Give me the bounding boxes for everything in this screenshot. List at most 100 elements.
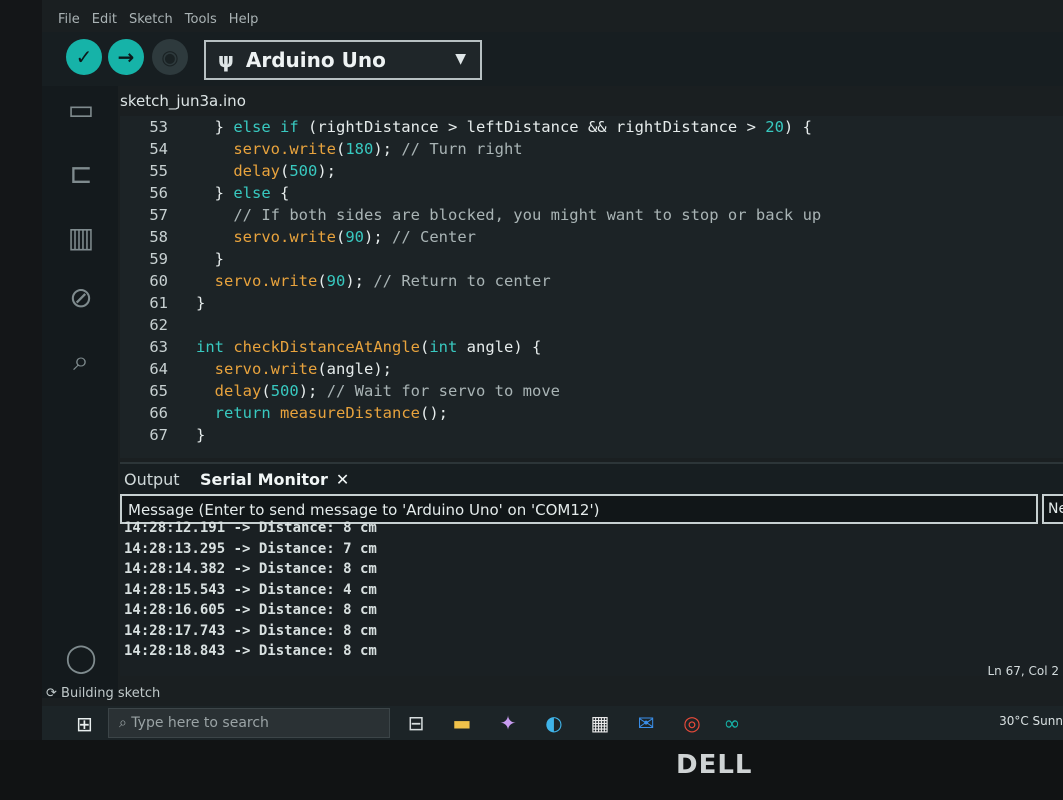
arduino-icon[interactable]: ∞: [718, 709, 746, 737]
windows-start-icon[interactable]: ⊞: [76, 712, 98, 736]
debug-off-icon[interactable]: ⊘: [62, 278, 100, 316]
outlook-icon[interactable]: ✉: [632, 709, 660, 737]
code-text: delay(500); // Wait for servo to move: [214, 382, 560, 400]
board-selector[interactable]: ψ Arduino Uno ▼: [204, 40, 482, 80]
serial-line: 14:28:12.191 -> Distance: 8 cm: [124, 520, 377, 536]
account-icon[interactable]: ◯: [62, 638, 100, 676]
chrome-icon[interactable]: ◎: [678, 709, 706, 737]
line-number: 61: [149, 294, 168, 312]
tab-serial-monitor[interactable]: Serial Monitor ✕: [200, 470, 349, 489]
serial-line: 14:28:16.605 -> Distance: 8 cm: [124, 602, 377, 618]
usb-icon: ψ: [218, 48, 234, 72]
code-line: 65 delay(500); // Wait for servo to move: [120, 382, 1063, 404]
line-number: 60: [149, 272, 168, 290]
library-icon[interactable]: ▥: [62, 218, 100, 256]
line-number: 62: [149, 316, 168, 334]
line-number: 53: [149, 118, 168, 136]
code-line: 57 // If both sides are blocked, you mig…: [120, 206, 1063, 228]
dell-logo: DELL: [676, 750, 753, 780]
serial-line: 14:28:14.382 -> Distance: 8 cm: [124, 561, 377, 577]
toolbar: ✓ → ◉ ψ Arduino Uno ▼: [42, 32, 1063, 86]
code-line: 60 servo.write(90); // Return to center: [120, 272, 1063, 294]
task-view-icon[interactable]: ⊟: [402, 709, 430, 737]
serial-output: 14:28:12.191 -> Distance: 8 cm 14:28:13.2…: [120, 520, 1063, 676]
code-line: 66 return measureDistance();: [120, 404, 1063, 426]
edge-icon[interactable]: ◐: [540, 709, 568, 737]
code-text: servo.write(angle);: [214, 360, 392, 378]
code-text: servo.write(90); // Center: [233, 228, 476, 246]
tab-output[interactable]: Output: [124, 470, 180, 489]
board-manager-icon[interactable]: ⊏: [62, 154, 100, 192]
code-text: } else if (rightDistance > leftDistance …: [196, 118, 812, 136]
build-status-label: Building sketch: [61, 686, 161, 701]
code-text: }: [196, 294, 206, 312]
line-number: 54: [149, 140, 168, 158]
taskbar: ⊞ ⌕ Type here to search ⊟ ▬ ✦ ◐ ▦ ✉ ◎ ∞ …: [42, 706, 1063, 740]
menu-item-sketch[interactable]: Sketch: [129, 12, 173, 27]
upload-button[interactable]: →: [108, 39, 144, 75]
menu-item-edit[interactable]: Edit: [92, 12, 117, 27]
code-line: 62: [120, 316, 1063, 338]
search-icon: ⌕: [119, 715, 132, 731]
build-status: ⟳ Building sketch: [46, 686, 160, 701]
close-icon[interactable]: ✕: [336, 470, 349, 489]
spinner-icon: ⟳: [46, 686, 62, 701]
line-number: 55: [149, 162, 168, 180]
check-icon: ✓: [75, 45, 93, 69]
panel-tabs: Output Serial Monitor ✕: [120, 462, 1063, 496]
code-line: 64 servo.write(angle);: [120, 360, 1063, 382]
menu-item-tools[interactable]: Tools: [185, 12, 217, 27]
sidebar: ▭ ⊏ ▥ ⊘ ⌕ ◯: [42, 86, 118, 698]
code-editor[interactable]: 53 } else if (rightDistance > leftDistan…: [120, 116, 1063, 458]
serial-line: 14:28:15.543 -> Distance: 4 cm: [124, 581, 377, 598]
serial-line: 14:28:17.743 -> Distance: 8 cm: [124, 622, 377, 639]
search-icon[interactable]: ⌕: [62, 342, 100, 380]
taskbar-search-placeholder: Type here to search: [131, 715, 269, 731]
debug-button[interactable]: ◉: [152, 39, 188, 75]
menu-item-file[interactable]: File: [58, 12, 80, 27]
code-text: } else {: [196, 184, 290, 202]
line-ending-select[interactable]: Ne: [1042, 494, 1063, 524]
store-icon[interactable]: ▦: [586, 709, 614, 737]
board-name: Arduino Uno: [245, 48, 386, 72]
line-number: 63: [149, 338, 168, 356]
file-explorer-icon[interactable]: ▬: [448, 709, 476, 737]
copilot-icon[interactable]: ✦: [494, 709, 522, 737]
serial-line: 14:28:13.295 -> Distance: 7 cm: [124, 540, 377, 557]
code-text: int checkDistanceAtAngle(int angle) {: [196, 338, 542, 356]
code-line: 56 } else {: [120, 184, 1063, 206]
line-number: 59: [149, 250, 168, 268]
code-text: }: [196, 426, 206, 444]
taskbar-search[interactable]: ⌕ Type here to search: [108, 708, 390, 738]
line-number: 65: [149, 382, 168, 400]
line-number: 56: [149, 184, 168, 202]
menu-bar: File Edit Sketch Tools Help: [42, 6, 1063, 32]
code-text: return measureDistance();: [214, 404, 448, 422]
code-text: servo.write(90); // Return to center: [214, 272, 551, 290]
weather-widget[interactable]: 30°C Sunn: [999, 714, 1063, 728]
monitor: File Edit Sketch Tools Help ✓ → ◉ ψ Arduino …: [0, 0, 1063, 800]
arrow-right-icon: →: [117, 45, 135, 69]
code-line: 58 servo.write(90); // Center: [120, 228, 1063, 250]
monitor-bezel: [0, 740, 1063, 800]
tab-serial-monitor-label: Serial Monitor: [200, 470, 328, 489]
code-text: // If both sides are blocked, you might …: [233, 206, 822, 224]
debug-icon: ◉: [161, 45, 179, 69]
line-number: 57: [149, 206, 168, 224]
code-text: delay(500);: [233, 162, 337, 180]
folder-icon[interactable]: ▭: [62, 90, 100, 128]
code-line: 63 int checkDistanceAtAngle(int angle) {: [120, 338, 1063, 360]
verify-button[interactable]: ✓: [66, 39, 102, 75]
menu-item-help[interactable]: Help: [229, 12, 259, 27]
cursor-position: Ln 67, Col 2: [987, 664, 1059, 678]
tab-sketch[interactable]: sketch_jun3a.ino: [120, 92, 246, 110]
chevron-down-icon: ▼: [455, 51, 466, 67]
line-number: 66: [149, 404, 168, 422]
code-text: servo.write(180); // Turn right: [233, 140, 523, 158]
code-line: 59 }: [120, 250, 1063, 272]
screen: File Edit Sketch Tools Help ✓ → ◉ ψ Arduino …: [42, 0, 1063, 740]
line-number: 58: [149, 228, 168, 246]
code-line: 53 } else if (rightDistance > leftDistan…: [120, 118, 1063, 140]
code-line: 67}: [120, 426, 1063, 448]
code-text: }: [196, 250, 224, 268]
